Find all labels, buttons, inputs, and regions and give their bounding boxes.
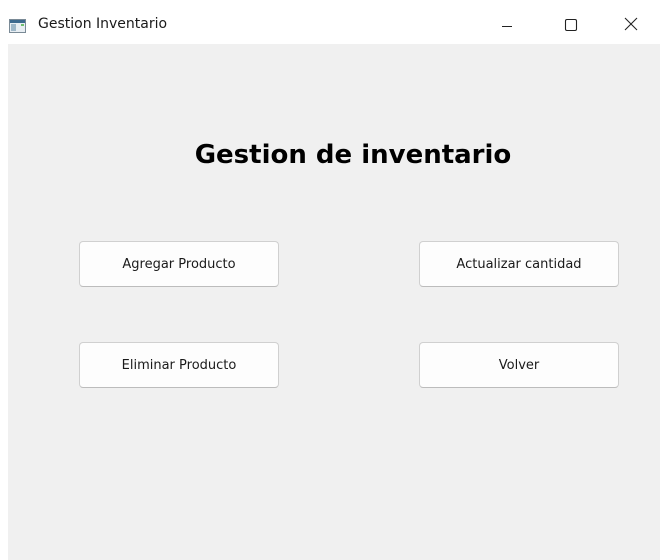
add-product-button[interactable]: Agregar Producto — [79, 241, 279, 287]
title-bar[interactable]: Gestion Inventario — [8, 8, 660, 44]
page-title: Gestion de inventario — [194, 140, 512, 170]
delete-product-button[interactable]: Eliminar Producto — [79, 342, 279, 388]
window-title: Gestion Inventario — [38, 16, 168, 32]
back-button[interactable]: Volver — [419, 342, 619, 388]
minimize-icon — [501, 17, 513, 36]
minimize-button[interactable] — [484, 8, 530, 44]
maximize-icon — [564, 17, 578, 36]
close-icon — [623, 16, 639, 36]
maximize-button[interactable] — [548, 8, 594, 44]
app-window-icon — [9, 18, 26, 33]
update-quantity-button[interactable]: Actualizar cantidad — [419, 241, 619, 287]
app-window: Gestion Inventario Gestion de inventario… — [8, 8, 660, 560]
close-button[interactable] — [608, 8, 654, 44]
